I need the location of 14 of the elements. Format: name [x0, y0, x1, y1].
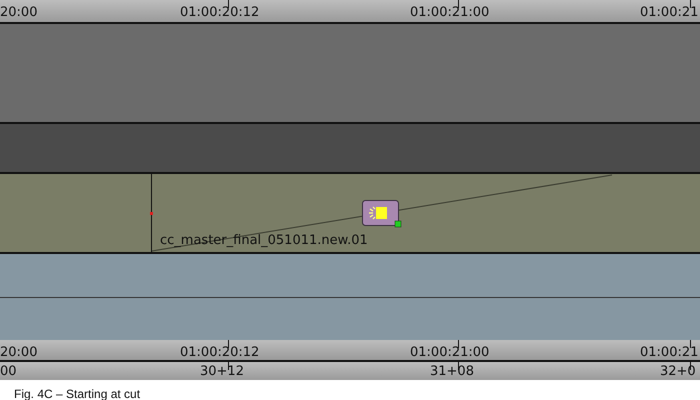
footage-label: 30+12: [200, 364, 244, 379]
footage-label: 31+08: [430, 364, 474, 379]
footage-label: 32+0: [660, 364, 696, 379]
timecode-label: 01:00:20:12: [180, 345, 260, 360]
timecode-label: 20:00: [0, 345, 38, 360]
timecode-label: 01:00:21: [640, 5, 698, 20]
timecode-label: 20:00: [0, 5, 38, 20]
timecode-label: 01:00:20:12: [180, 5, 260, 20]
timecode-label: 01:00:21:00: [410, 345, 490, 360]
footage-label: 00: [0, 364, 17, 379]
edit-point-marker: [150, 212, 153, 215]
timecode-label: 01:00:21: [640, 345, 698, 360]
effect-icon[interactable]: [362, 200, 402, 228]
timecode-label: 01:00:21:00: [410, 5, 490, 20]
